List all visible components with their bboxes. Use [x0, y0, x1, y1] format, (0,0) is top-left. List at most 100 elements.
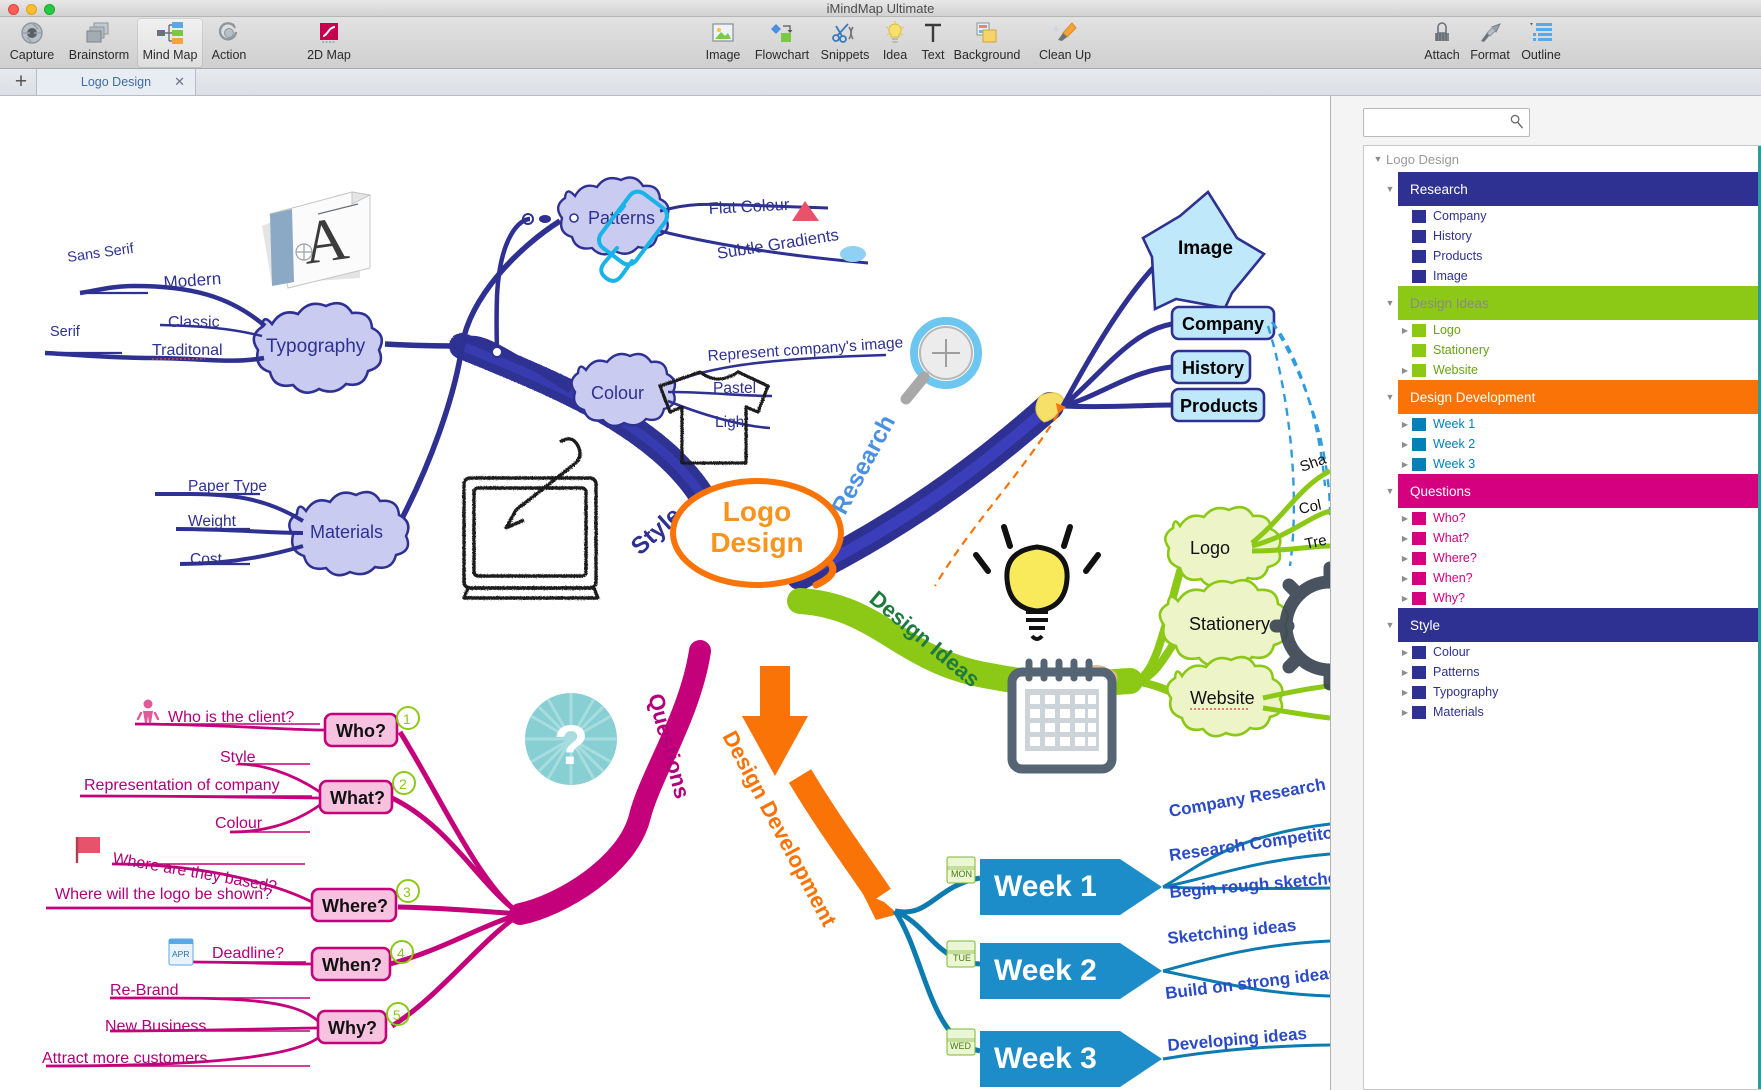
outline-item-0-0[interactable]: ▶ Company [1364, 206, 1761, 226]
toolbar-2d-map[interactable]: 2D Map [300, 19, 358, 67]
node-label-represent-company: Represent company's image [707, 334, 904, 365]
chevron-down-icon[interactable]: ▼ [1382, 620, 1398, 630]
outline-search[interactable] [1363, 108, 1530, 137]
chevron-right-icon[interactable]: ▶ [1398, 594, 1412, 603]
chevron-right-icon[interactable]: ▶ [1398, 272, 1412, 281]
chevron-right-icon[interactable]: ▶ [1398, 252, 1412, 261]
outline-tree[interactable]: ▼Logo Design▼Research▶Company▶History▶Pr… [1363, 145, 1761, 1090]
color-swatch-icon [1412, 209, 1426, 223]
toolbar-outline[interactable]: Outline [1513, 19, 1569, 67]
chevron-right-icon[interactable]: ▶ [1398, 326, 1412, 335]
toolbar-background[interactable]: Background [951, 19, 1023, 67]
toolbar-text[interactable]: Text [915, 19, 951, 67]
toolbar-action-label: Action [211, 48, 247, 62]
outline-item-3-4[interactable]: ▶ Why? [1364, 588, 1761, 608]
chevron-right-icon[interactable]: ▶ [1398, 232, 1412, 241]
search-input[interactable] [1363, 108, 1530, 137]
outline-item-1-1[interactable]: ▶ Stationery [1364, 340, 1761, 360]
calendar-apr-icon: APR [168, 938, 194, 966]
color-swatch-icon [1412, 417, 1426, 431]
outline-item-4-2[interactable]: ▶ Typography [1364, 682, 1761, 702]
outline-item-label: Who? [1433, 511, 1466, 525]
outline-item-label: When? [1433, 571, 1473, 585]
outline-section-3[interactable]: ▼ Questions [1364, 474, 1761, 508]
chevron-down-icon[interactable]: ▼ [1370, 154, 1386, 164]
chevron-right-icon[interactable]: ▶ [1398, 212, 1412, 221]
node-label-modern: Modern [163, 269, 222, 292]
outline-item-2-1[interactable]: ▶ Week 2 [1364, 434, 1761, 454]
outline-item-1-2[interactable]: ▶ Website [1364, 360, 1761, 380]
toolbar-flowchart[interactable]: Flowchart [749, 19, 815, 67]
chevron-right-icon[interactable]: ▶ [1398, 420, 1412, 429]
chevron-down-icon[interactable]: ▼ [1382, 486, 1398, 496]
outline-item-2-2[interactable]: ▶ Week 3 [1364, 454, 1761, 474]
toolbar-action[interactable]: Action [204, 19, 254, 67]
outline-item-3-0[interactable]: ▶ Who? [1364, 508, 1761, 528]
outline-section-4[interactable]: ▼ Style [1364, 608, 1761, 642]
toolbar-mind-map-label: Mind Map [142, 48, 198, 62]
chevron-right-icon[interactable]: ▶ [1398, 708, 1412, 717]
toolbar-idea[interactable]: Idea [875, 19, 915, 67]
center-node-line2: Design [710, 527, 803, 558]
outline-item-3-2[interactable]: ▶ Where? [1364, 548, 1761, 568]
chevron-right-icon[interactable]: ▶ [1398, 366, 1412, 375]
chevron-right-icon[interactable]: ▶ [1398, 440, 1412, 449]
color-swatch-icon [1412, 591, 1426, 605]
outline-item-3-3[interactable]: ▶ When? [1364, 568, 1761, 588]
tab-logo-design[interactable]: Logo Design ✕ [36, 69, 196, 95]
outline-section-2[interactable]: ▼ Design Development [1364, 380, 1761, 414]
toolbar-capture-label: Capture [9, 48, 55, 62]
toolbar-clean-up[interactable]: Clean Up [1034, 19, 1096, 67]
2d-map-icon [317, 19, 341, 47]
outline-item-0-2[interactable]: ▶ Products [1364, 246, 1761, 266]
badge-number-4: 4 [397, 945, 405, 961]
color-swatch-icon [1412, 343, 1426, 357]
outline-item-4-3[interactable]: ▶ Materials [1364, 702, 1761, 722]
outline-section-1[interactable]: ▼ Design Ideas [1364, 286, 1761, 320]
chevron-right-icon[interactable]: ▶ [1398, 688, 1412, 697]
chevron-right-icon[interactable]: ▶ [1398, 668, 1412, 677]
node-label-logo-idea: Logo [1190, 538, 1230, 558]
chevron-right-icon[interactable]: ▶ [1398, 574, 1412, 583]
toolbar-brainstorm[interactable]: Brainstorm [64, 19, 134, 67]
toolbar-image[interactable]: Image [697, 19, 749, 67]
chevron-right-icon[interactable]: ▶ [1398, 648, 1412, 657]
outline-item-0-1[interactable]: ▶ History [1364, 226, 1761, 246]
new-tab-button[interactable]: + [6, 69, 36, 95]
node-label-research-competitors: Research Competitors [1168, 821, 1330, 865]
mindmap-canvas[interactable]: Patterns Flat Colour Subtle Gradients Co… [0, 96, 1330, 1090]
chevron-down-icon[interactable]: ▼ [1382, 298, 1398, 308]
magnifier-plus-icon [900, 317, 982, 405]
chevron-right-icon[interactable]: ▶ [1398, 554, 1412, 563]
toolbar-outline-label: Outline [1521, 48, 1561, 62]
outline-section-0[interactable]: ▼ Research [1364, 172, 1761, 206]
mindmap-node-week-2: Week 2 [980, 943, 1162, 999]
outline-item-label: What? [1433, 531, 1470, 545]
toolbar-format[interactable]: Format [1464, 19, 1516, 67]
outline-section-label: Design Development [1398, 380, 1761, 414]
chevron-down-icon[interactable]: ▼ [1382, 392, 1398, 402]
svg-text:APR: APR [172, 949, 189, 959]
toolbar-attach[interactable]: Attach [1417, 19, 1467, 67]
close-icon[interactable]: ✕ [174, 74, 185, 90]
scissors-icon [832, 19, 858, 47]
outline-item-4-0[interactable]: ▶ Colour [1364, 642, 1761, 662]
color-swatch-icon [1412, 645, 1426, 659]
chevron-right-icon[interactable]: ▶ [1398, 514, 1412, 523]
outline-item-3-1[interactable]: ▶ What? [1364, 528, 1761, 548]
toolbar-snippets[interactable]: Snippets [815, 19, 875, 67]
chevron-down-icon[interactable]: ▼ [1382, 184, 1398, 194]
outline-item-4-1[interactable]: ▶ Patterns [1364, 662, 1761, 682]
chevron-right-icon[interactable]: ▶ [1398, 534, 1412, 543]
outline-section-label: Questions [1398, 474, 1761, 508]
outline-item-2-0[interactable]: ▶ Week 1 [1364, 414, 1761, 434]
outline-item-label: Typography [1433, 685, 1499, 699]
outline-root-row[interactable]: ▼ Logo Design [1364, 146, 1761, 172]
toolbar-capture[interactable]: Capture [4, 19, 60, 67]
outline-item-0-3[interactable]: ▶ Image [1364, 266, 1761, 286]
chevron-right-icon[interactable]: ▶ [1398, 460, 1412, 469]
toolbar-image-label: Image [705, 48, 741, 62]
outline-item-1-0[interactable]: ▶ Logo [1364, 320, 1761, 340]
toolbar-mind-map[interactable]: Mind Map [138, 19, 202, 67]
chevron-right-icon[interactable]: ▶ [1398, 346, 1412, 355]
